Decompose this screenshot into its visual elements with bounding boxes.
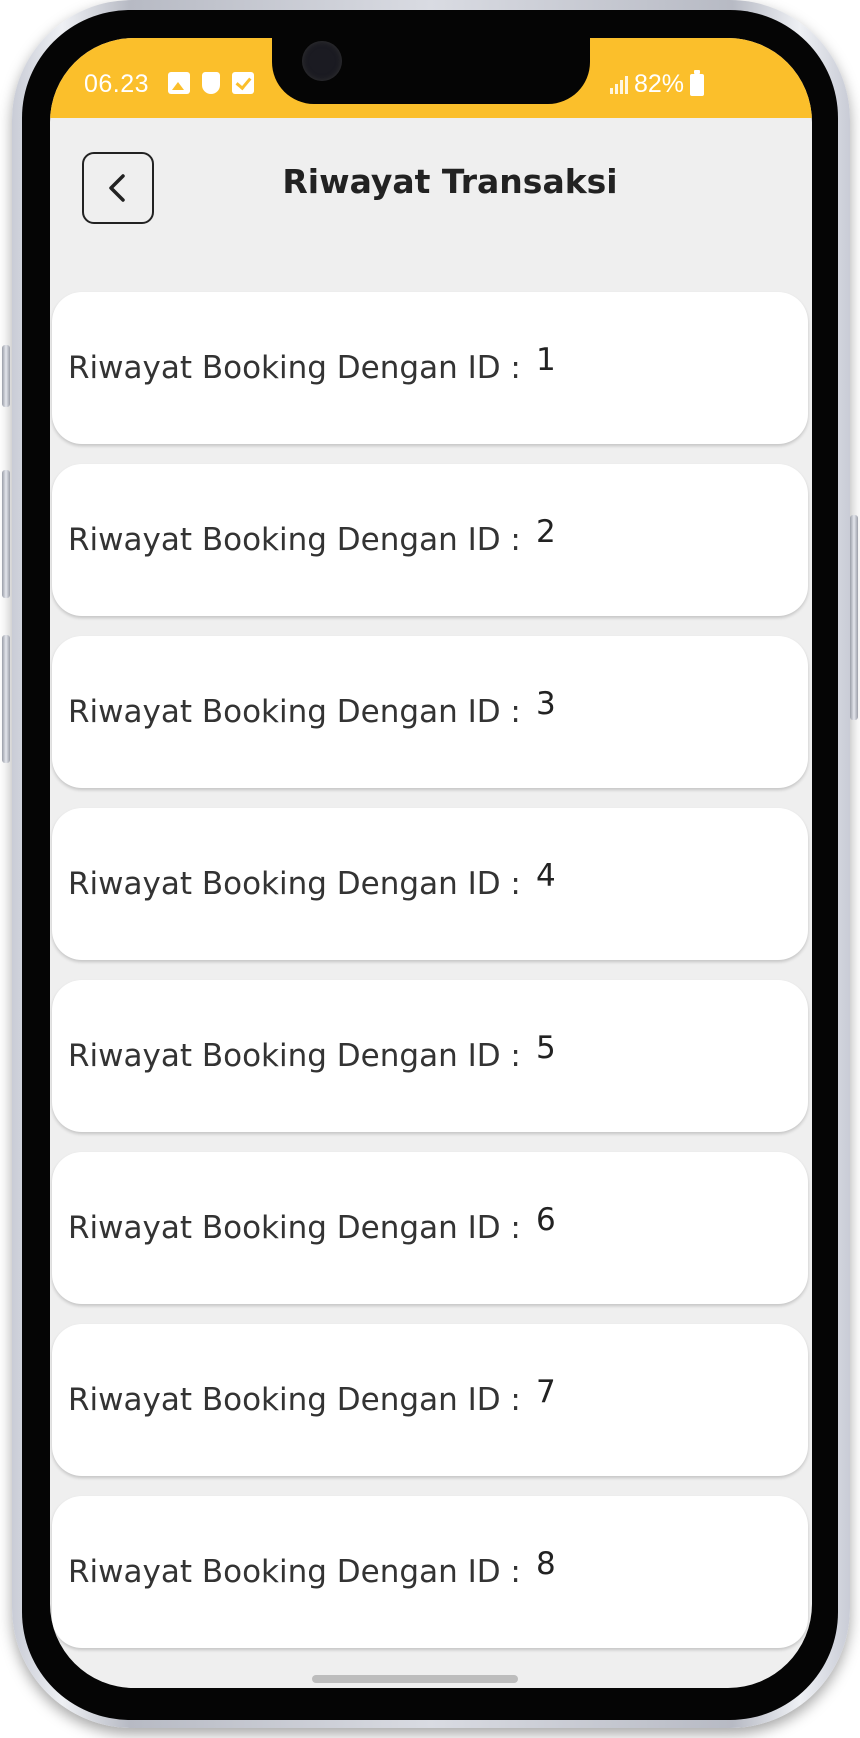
transaction-item[interactable]: Riwayat Booking Dengan ID : 4 bbox=[52, 808, 808, 960]
status-time: 06.23 bbox=[84, 70, 150, 98]
camera-notch bbox=[272, 38, 590, 104]
mute-switch bbox=[2, 345, 10, 407]
volume-down-button bbox=[2, 635, 10, 763]
transaction-item[interactable]: Riwayat Booking Dengan ID : 3 bbox=[52, 636, 808, 788]
transaction-item[interactable]: Riwayat Booking Dengan ID : 5 bbox=[52, 980, 808, 1132]
transaction-id: 7 bbox=[536, 1374, 556, 1410]
transaction-item[interactable]: Riwayat Booking Dengan ID : 6 bbox=[52, 1152, 808, 1304]
image-icon bbox=[168, 72, 190, 94]
shield-icon bbox=[202, 72, 220, 94]
power-button bbox=[850, 515, 858, 720]
app-screen: 06.23 82% Riwayat Transaksi Riwayat Book… bbox=[50, 38, 812, 1688]
transaction-item[interactable]: Riwayat Booking Dengan ID : 1 bbox=[52, 292, 808, 444]
battery-percentage: 82% bbox=[633, 70, 684, 98]
transaction-label: Riwayat Booking Dengan ID : bbox=[68, 350, 521, 386]
transaction-item[interactable]: Riwayat Booking Dengan ID : 7 bbox=[52, 1324, 808, 1476]
transaction-id: 5 bbox=[536, 1030, 556, 1066]
transaction-label: Riwayat Booking Dengan ID : bbox=[68, 1210, 521, 1246]
system-status: 82% bbox=[609, 69, 704, 99]
transaction-item[interactable]: Riwayat Booking Dengan ID : 2 bbox=[52, 464, 808, 616]
page-title: Riwayat Transaksi bbox=[282, 162, 618, 201]
transaction-label: Riwayat Booking Dengan ID : bbox=[68, 522, 521, 558]
mockup-stage: 06.23 82% Riwayat Transaksi Riwayat Book… bbox=[0, 0, 860, 1738]
transaction-label: Riwayat Booking Dengan ID : bbox=[68, 1554, 521, 1590]
transaction-id: 1 bbox=[536, 342, 556, 378]
volume-up-button bbox=[2, 470, 10, 598]
transaction-label: Riwayat Booking Dengan ID : bbox=[68, 1038, 521, 1074]
front-camera bbox=[302, 41, 342, 81]
check-icon bbox=[232, 72, 254, 94]
transaction-label: Riwayat Booking Dengan ID : bbox=[68, 866, 521, 902]
transaction-id: 4 bbox=[536, 858, 556, 894]
battery-icon bbox=[690, 69, 704, 96]
transaction-item[interactable]: Riwayat Booking Dengan ID : 8 bbox=[52, 1496, 808, 1648]
transaction-id: 8 bbox=[536, 1546, 556, 1582]
transaction-id: 3 bbox=[536, 686, 556, 722]
transaction-id: 2 bbox=[536, 514, 556, 550]
transaction-label: Riwayat Booking Dengan ID : bbox=[68, 694, 521, 730]
transaction-id: 6 bbox=[536, 1202, 556, 1238]
signal-icon bbox=[609, 75, 628, 94]
transaction-label: Riwayat Booking Dengan ID : bbox=[68, 1382, 521, 1418]
home-indicator[interactable] bbox=[312, 1675, 518, 1683]
notification-icons bbox=[168, 72, 254, 94]
